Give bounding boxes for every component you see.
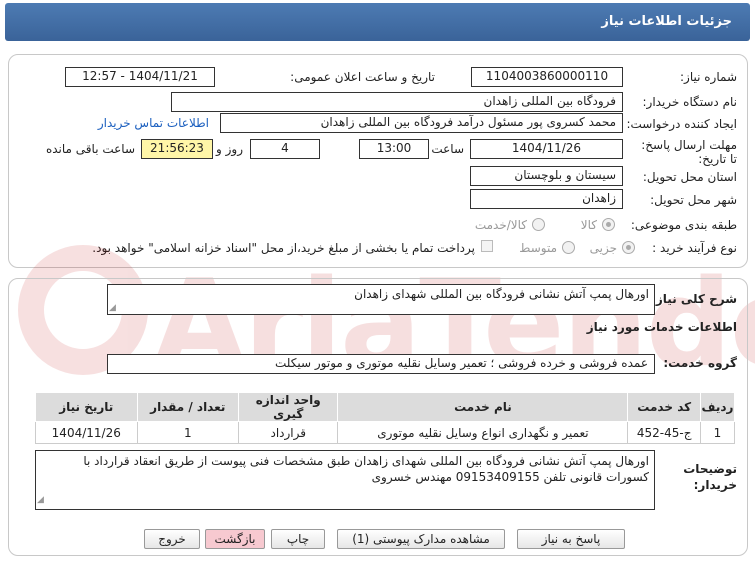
table-header-row: ردیف کد خدمت نام خدمت واحد اندازه گیری ت… bbox=[35, 392, 736, 422]
need-number-label: شماره نیاز: bbox=[680, 70, 737, 84]
process-medium-radio[interactable] bbox=[562, 241, 575, 254]
category-goods-services-radio[interactable] bbox=[532, 218, 545, 231]
time-label: ساعت bbox=[431, 142, 464, 156]
creator-label: ایجاد کننده درخواست: bbox=[626, 117, 737, 131]
creator-field: محمد کسروی پور مسئول درآمد فرودگاه بین ا… bbox=[220, 113, 623, 133]
days-field: 4 bbox=[250, 139, 320, 159]
city-field: زاهدان bbox=[470, 189, 623, 209]
category-goods-services-label: کالا/خدمت bbox=[474, 218, 527, 232]
resize-handle-icon[interactable]: ◢ bbox=[109, 303, 116, 313]
view-attachments-button[interactable]: مشاهده مدارک پیوستی (1) bbox=[337, 529, 505, 549]
deadline-label: مهلت ارسال پاسخ: تا تاریخ: bbox=[641, 138, 737, 166]
table-cell: 1 bbox=[136, 421, 240, 444]
table-row: 1 ج-45-452 تعمیر و نگهداری انواع وسایل ن… bbox=[35, 421, 736, 444]
table-cell: ج-45-452 bbox=[627, 421, 701, 444]
buyer-field: فرودگاه بین المللی زاهدان bbox=[171, 92, 623, 112]
deadline-time-field: 13:00 bbox=[359, 139, 429, 159]
summary-label: شرح کلی نیاز: bbox=[651, 292, 737, 306]
announce-label: تاریخ و ساعت اعلان عمومی: bbox=[290, 70, 435, 84]
buyer-notes-label: توضیحات خریدار: bbox=[683, 462, 737, 492]
process-minor-label: جزیی bbox=[589, 241, 617, 255]
buyer-notes-text: اورهال پمپ آتش نشانی فرودگاه بین المللی … bbox=[83, 454, 649, 484]
remaining-time-field: 21:56:23 bbox=[141, 139, 213, 159]
page-header: جزئیات اطلاعات نیاز bbox=[5, 3, 750, 41]
table-cell: تعمیر و نگهداری انواع وسایل نقلیه موتوری bbox=[337, 421, 629, 444]
table-cell: 1404/11/26 bbox=[35, 421, 138, 444]
resize-handle-icon[interactable]: ◢ bbox=[37, 492, 44, 508]
days-label: روز و bbox=[216, 142, 243, 156]
category-goods-radio[interactable] bbox=[602, 218, 615, 231]
exit-button[interactable]: خروج bbox=[144, 529, 200, 549]
back-button[interactable]: بازگشت bbox=[205, 529, 265, 549]
col-header: ردیف bbox=[699, 392, 736, 422]
buyer-label: نام دستگاه خریدار: bbox=[642, 95, 738, 109]
remaining-label: ساعت باقی مانده bbox=[45, 142, 135, 156]
col-header: کد خدمت bbox=[627, 392, 701, 422]
col-header: واحد اندازه گیری bbox=[238, 392, 339, 422]
process-label: نوع فرآیند خرید : bbox=[652, 241, 737, 255]
group-field: عمده فروشی و خرده فروشی ؛ تعمیر وسایل نق… bbox=[107, 354, 655, 374]
table-cell: قرارداد bbox=[238, 421, 339, 444]
process-minor-radio[interactable] bbox=[622, 241, 635, 254]
province-field: سیستان و بلوچستان bbox=[470, 166, 623, 186]
reply-button[interactable]: پاسخ به نیاز bbox=[517, 529, 625, 549]
col-header: تعداد / مقدار bbox=[136, 392, 240, 422]
services-table: ردیف کد خدمت نام خدمت واحد اندازه گیری ت… bbox=[35, 392, 736, 444]
contact-buyer-link[interactable]: اطلاعات تماس خریدار bbox=[98, 116, 209, 130]
city-label: شهر محل تحویل: bbox=[650, 193, 737, 207]
summary-text: اورهال پمپ آتش نشانی فرودگاه بین المللی … bbox=[354, 287, 649, 301]
print-button[interactable]: چاپ bbox=[271, 529, 325, 549]
province-label: استان محل تحویل: bbox=[642, 170, 737, 184]
col-header: تاریخ نیاز bbox=[35, 392, 138, 422]
category-label: طبقه بندی موضوعی: bbox=[630, 218, 737, 232]
payment-note: پرداخت تمام یا بخشی از مبلغ خرید،از محل … bbox=[92, 241, 475, 255]
table-cell: 1 bbox=[699, 421, 736, 444]
services-heading: اطلاعات خدمات مورد نیاز bbox=[586, 320, 737, 334]
treasury-checkbox[interactable] bbox=[481, 240, 493, 252]
deadline-date-field: 1404/11/26 bbox=[470, 139, 623, 159]
announce-field: 1404/11/21 - 12:57 bbox=[65, 67, 215, 87]
buyer-notes-field: اورهال پمپ آتش نشانی فرودگاه بین المللی … bbox=[35, 450, 655, 510]
col-header: نام خدمت bbox=[337, 392, 629, 422]
category-goods-label: کالا bbox=[580, 218, 597, 232]
group-label: گروه خدمت: bbox=[663, 356, 737, 370]
summary-field: اورهال پمپ آتش نشانی فرودگاه بین المللی … bbox=[107, 284, 655, 315]
process-medium-label: متوسط bbox=[519, 241, 557, 255]
page-title: جزئیات اطلاعات نیاز bbox=[601, 14, 732, 29]
need-number-field: 1104003860000110 bbox=[471, 67, 623, 87]
